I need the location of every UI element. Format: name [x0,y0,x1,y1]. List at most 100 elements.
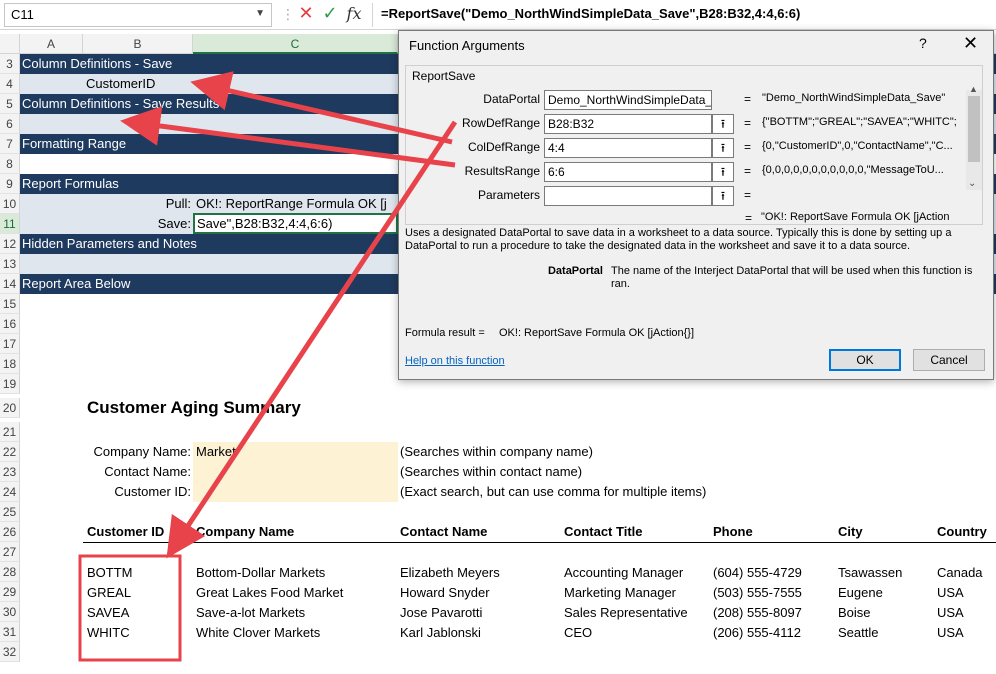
chevron-down-icon[interactable]: ⌄ [968,178,976,189]
filter-label-company: Company Name: [93,444,191,459]
row-header[interactable]: 13 [0,254,20,274]
coldefrange-input[interactable]: 4:4 [544,138,712,158]
row-header[interactable]: 32 [0,642,20,662]
cell-b11[interactable]: Save: [83,214,191,234]
row-header[interactable]: 15 [0,294,20,314]
row-header[interactable]: 20 [0,398,20,418]
close-icon[interactable]: ✕ [963,33,978,54]
scroll-up-icon[interactable]: ▲ [969,84,978,94]
cell-city[interactable]: Eugene [838,585,883,600]
row-header[interactable]: 5 [0,94,20,114]
row-header[interactable]: 24 [0,482,20,502]
cell-city[interactable]: Boise [838,605,871,620]
cell-contact-title[interactable]: CEO [564,625,592,640]
cell-country[interactable]: Canada [937,565,983,580]
cell-contact-name[interactable]: Elizabeth Meyers [400,565,500,580]
separator-dots-icon: ⋮ [281,6,295,22]
cell-contact-name[interactable]: Howard Snyder [400,585,490,600]
collapse-dialog-icon[interactable]: ⭱ [712,114,734,134]
cell-country[interactable]: USA [937,605,964,620]
row-header[interactable]: 28 [0,562,20,582]
row-header[interactable]: 25 [0,502,20,522]
row-header[interactable]: 16 [0,314,20,334]
cell-customer-id[interactable]: WHITC [87,625,130,640]
collapse-dialog-icon[interactable]: ⭱ [712,162,734,182]
row-header[interactable]: 30 [0,602,20,622]
rowdefrange-input[interactable]: B28:B32 [544,114,712,134]
cell-contact-name[interactable]: Karl Jablonski [400,625,481,640]
cell-contact-name[interactable]: Jose Pavarotti [400,605,482,620]
cell-customer-id[interactable]: GREAL [87,585,131,600]
help-link[interactable]: Help on this function [405,355,505,367]
row-header[interactable]: 7 [0,134,20,154]
column-header-b[interactable]: B [83,34,193,54]
cell-customer-id[interactable]: SAVEA [87,605,129,620]
customer-id-input[interactable] [193,482,398,502]
enter-formula-icon[interactable]: ✓ [320,3,340,24]
row-header[interactable]: 26 [0,522,20,542]
help-icon[interactable]: ? [919,35,927,51]
scrollbar-thumb[interactable] [968,96,980,162]
row-header[interactable]: 11 [0,214,20,234]
cell-phone[interactable]: (503) 555-7555 [713,585,802,600]
cell-city[interactable]: Seattle [838,625,878,640]
contact-name-input[interactable] [193,462,398,482]
row-header[interactable]: 3 [0,54,20,74]
arguments-scrollbar[interactable]: ▲ ⌄ [966,84,982,190]
cell-country[interactable]: USA [937,585,964,600]
row-header[interactable]: 9 [0,174,20,194]
insert-function-icon[interactable]: fx [344,4,364,23]
row-header[interactable]: 6 [0,114,20,134]
collapse-dialog-icon[interactable]: ⭱ [712,186,734,206]
row-header[interactable]: 14 [0,274,20,294]
cell-b4[interactable]: CustomerID [86,74,155,94]
row-header[interactable]: 10 [0,194,20,214]
row-header[interactable]: 12 [0,234,20,254]
column-header-c[interactable]: C [193,34,398,54]
collapse-dialog-icon[interactable]: ⭱ [712,138,734,158]
cell-city[interactable]: Tsawassen [838,565,902,580]
row-header[interactable]: 8 [0,154,20,174]
report-title: Customer Aging Summary [87,398,301,417]
cell-phone[interactable]: (208) 555-8097 [713,605,802,620]
row-header[interactable]: 18 [0,354,20,374]
cell-contact-title[interactable]: Sales Representative [564,605,688,620]
cell-phone[interactable]: (604) 555-4729 [713,565,802,580]
cell-c10[interactable]: OK!: ReportRange Formula OK [j [196,194,396,214]
cancel-button[interactable]: Cancel [913,349,985,371]
cell-contact-title[interactable]: Accounting Manager [564,565,683,580]
cell-company-name[interactable]: White Clover Markets [196,625,320,640]
arg-label-rowdefrange: RowDefRange [461,116,540,130]
parameters-input[interactable] [544,186,712,206]
row-header[interactable]: 23 [0,462,20,482]
row-header[interactable]: 21 [0,422,20,442]
formula-result-label: Formula result = [405,327,485,339]
name-box[interactable]: C11 ▼ [4,3,272,27]
dataportal-input[interactable]: Demo_NorthWindSimpleData_ [544,90,712,110]
cell-b10[interactable]: Pull: [83,194,191,214]
row-header[interactable]: 31 [0,622,20,642]
row-header[interactable]: 4 [0,74,20,94]
cell-phone[interactable]: (206) 555-4112 [713,625,801,640]
cell-customer-id[interactable]: BOTTM [87,565,133,580]
arguments-group: ReportSave DataPortal Demo_NorthWindSimp… [405,65,983,225]
cell-company-name[interactable]: Save-a-lot Markets [196,605,305,620]
row-header[interactable]: 27 [0,542,20,562]
cell-contact-title[interactable]: Marketing Manager [564,585,676,600]
cell-company-name[interactable]: Great Lakes Food Market [196,585,343,600]
cancel-formula-icon[interactable]: ✕ [296,3,316,24]
formula-input[interactable]: =ReportSave("Demo_NorthWindSimpleData_Sa… [372,3,992,27]
ok-button[interactable]: OK [829,349,901,371]
company-name-input[interactable]: Market [193,442,398,462]
column-header-a[interactable]: A [20,34,83,54]
resultsrange-input[interactable]: 6:6 [544,162,712,182]
cell-country[interactable]: USA [937,625,964,640]
cell-company-name[interactable]: Bottom-Dollar Markets [196,565,325,580]
row-header[interactable]: 22 [0,442,20,462]
row-header[interactable]: 29 [0,582,20,602]
row-header[interactable]: 17 [0,334,20,354]
select-all-corner[interactable] [0,34,20,54]
cell-c11-active[interactable]: Save",B28:B32,4:4,6:6) [193,213,398,234]
row-header[interactable]: 19 [0,374,20,394]
chevron-down-icon[interactable]: ▼ [255,8,265,19]
